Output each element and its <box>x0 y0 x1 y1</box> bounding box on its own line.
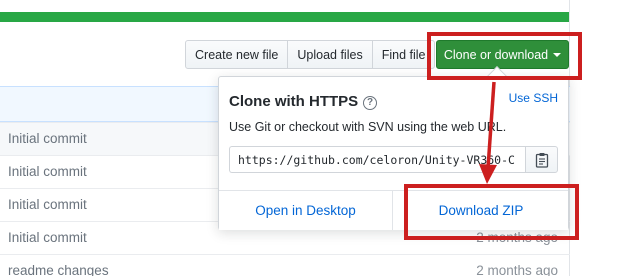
clipboard-icon <box>535 152 548 168</box>
find-file-label: Find file <box>381 47 426 62</box>
popover-title: Clone with HTTPS <box>229 93 359 110</box>
commit-message[interactable]: Initial commit <box>8 164 87 179</box>
create-new-file-label: Create new file <box>195 47 279 62</box>
annotation-arrow-icon <box>479 81 497 184</box>
commit-message[interactable]: readme changes <box>8 263 109 276</box>
use-ssh-link[interactable]: Use SSH <box>509 91 558 105</box>
upload-files-button[interactable]: Upload files <box>287 40 373 69</box>
popover-description: Use Git or checkout with SVN using the w… <box>229 120 507 134</box>
top-strip <box>0 0 570 12</box>
table-row[interactable]: readme changes 2 months ago <box>0 254 570 276</box>
commit-age: 2 months ago <box>476 263 558 276</box>
commit-message[interactable]: Initial commit <box>8 230 87 245</box>
question-circle-icon[interactable]: ? <box>363 96 377 110</box>
create-new-file-button[interactable]: Create new file <box>185 40 289 69</box>
commit-message[interactable]: Initial commit <box>8 131 87 146</box>
open-in-desktop-button[interactable]: Open in Desktop <box>219 191 393 230</box>
copy-url-button[interactable] <box>525 146 558 173</box>
upload-files-label: Upload files <box>297 47 363 62</box>
commit-message[interactable]: Initial commit <box>8 197 87 212</box>
annotation-highlight-clone <box>427 32 582 80</box>
annotation-highlight-download <box>404 184 579 240</box>
find-file-button[interactable]: Find file <box>371 40 436 69</box>
file-actions-group: Create new file Upload files Find file <box>185 40 436 69</box>
language-bar <box>0 12 570 22</box>
